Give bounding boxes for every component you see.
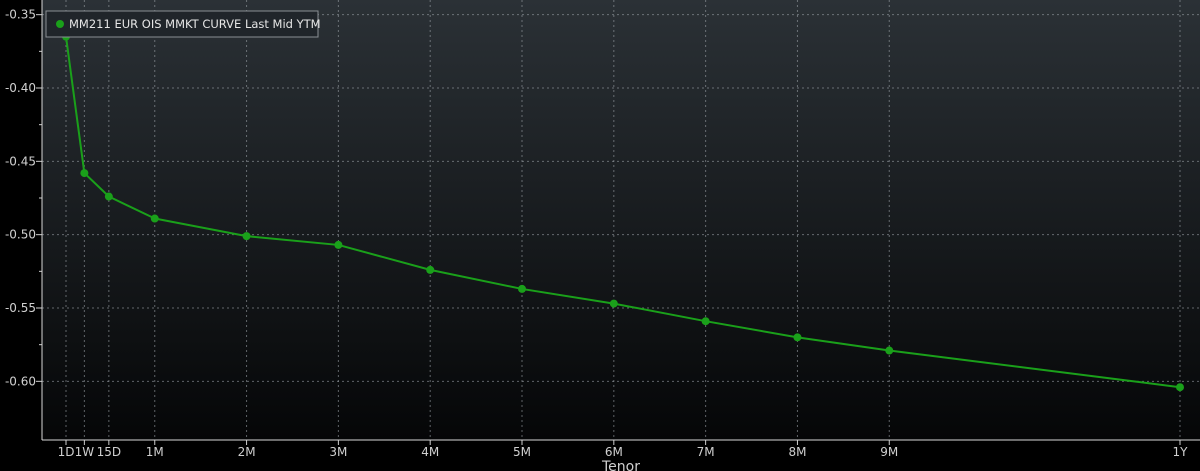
data-point [426, 265, 435, 274]
data-point [609, 299, 618, 308]
y-tick-label: -0.55 [5, 301, 36, 315]
legend-label: MM211 EUR OIS MMKT CURVE Last Mid YTM [69, 17, 321, 31]
x-tick-label: 4M [421, 445, 439, 459]
x-axis-title: Tenor [601, 459, 640, 471]
data-point [518, 284, 527, 293]
data-point [885, 346, 894, 355]
data-point [1176, 383, 1184, 392]
data-point [80, 169, 89, 178]
x-tick-label: 7M [697, 445, 715, 459]
x-tick-label: 5M [513, 445, 531, 459]
x-tick-label: 8M [788, 445, 806, 459]
y-tick-label: -0.50 [5, 228, 36, 242]
data-point [150, 214, 159, 223]
x-tick-label: 9M [880, 445, 898, 459]
plot-background [42, 0, 1200, 440]
legend-marker [56, 20, 64, 28]
y-tick-label: -0.60 [5, 374, 36, 388]
data-point [701, 317, 710, 326]
x-tick-label: 2M [238, 445, 256, 459]
data-point [242, 232, 251, 241]
x-tick-label: 1M [146, 445, 164, 459]
legend: MM211 EUR OIS MMKT CURVE Last Mid YTM [45, 10, 321, 38]
x-tick-label: 1W [75, 445, 95, 459]
data-point [334, 240, 343, 249]
data-point [793, 333, 802, 342]
x-tick-label: 15D [97, 445, 122, 459]
x-tick-label: 1D [58, 445, 75, 459]
x-tick-label: 1Y [1173, 445, 1189, 459]
data-point [104, 192, 113, 201]
y-tick-label: -0.45 [5, 154, 36, 168]
x-tick-label: 6M [605, 445, 623, 459]
y-tick-label: -0.40 [5, 81, 36, 95]
chart-canvas: -0.35 -0.40 -0.45 -0.50 -0.55 -0.60 1D 1W 15D 1M 2… [5, 0, 1200, 471]
chart: -0.35 -0.40 -0.45 -0.50 -0.55 -0.60 1D 1W 15D 1M 2… [0, 0, 1200, 471]
y-tick-label: -0.35 [5, 8, 36, 22]
x-tick-label: 3M [329, 445, 347, 459]
